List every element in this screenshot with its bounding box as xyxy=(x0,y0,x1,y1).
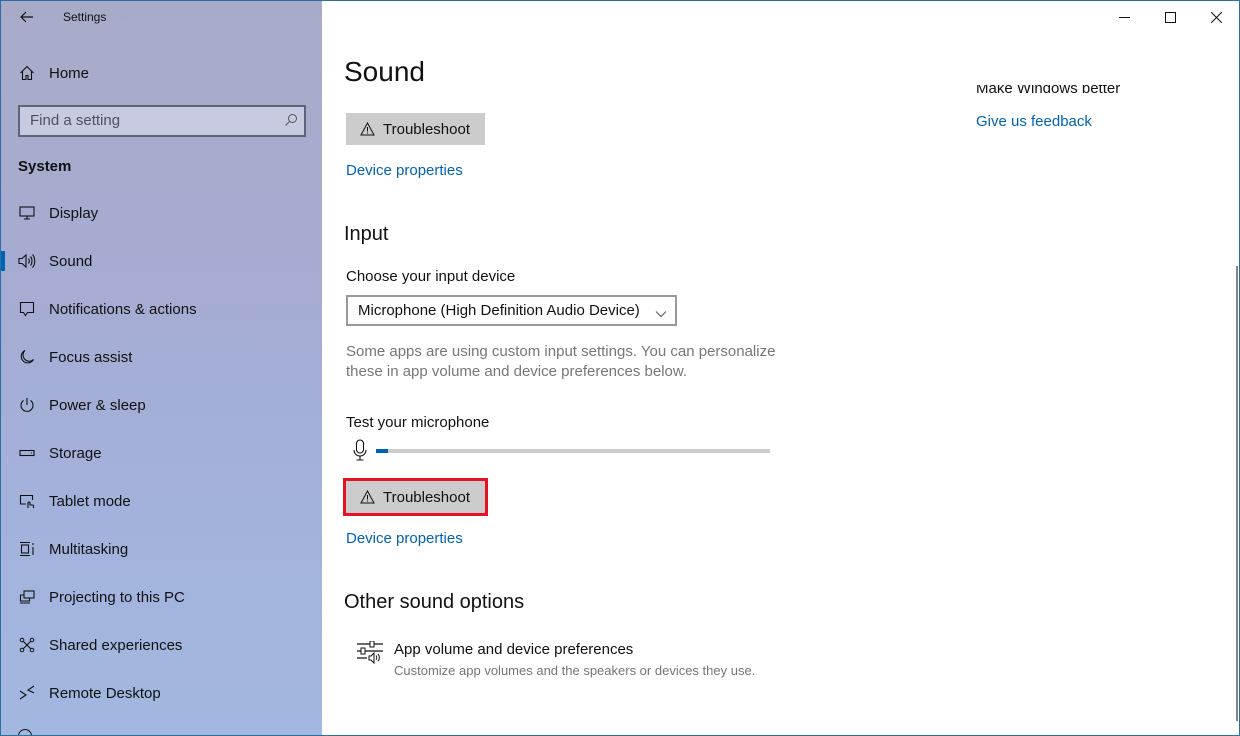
output-troubleshoot-button[interactable]: Troubleshoot xyxy=(346,113,485,145)
warning-icon xyxy=(360,490,375,504)
sidebar-item-label: Home xyxy=(49,64,90,82)
home-icon xyxy=(17,63,37,83)
page-title: Sound xyxy=(344,56,425,87)
display-icon xyxy=(17,203,37,223)
sidebar-item-remote-desktop[interactable]: Remote Desktop xyxy=(1,673,322,713)
make-windows-better-heading: Make Windows better xyxy=(976,85,1121,96)
maximize-button[interactable] xyxy=(1147,1,1193,33)
speaker-icon xyxy=(17,251,37,271)
app-volume-preferences-link[interactable]: App volume and device preferences Custom… xyxy=(356,639,836,683)
sidebar-item-storage[interactable]: Storage xyxy=(1,433,322,473)
minimize-button[interactable] xyxy=(1101,1,1147,33)
troubleshoot-label: Troubleshoot xyxy=(383,120,470,138)
sidebar-item-display[interactable]: Display xyxy=(1,193,322,233)
projecting-icon xyxy=(17,587,37,607)
sidebar-item-tablet-mode[interactable]: Tablet mode xyxy=(1,481,322,521)
other-sound-options-heading: Other sound options xyxy=(344,591,525,613)
sidebar-item-notifications[interactable]: Notifications & actions xyxy=(1,289,322,329)
sidebar-item-projecting[interactable]: Projecting to this PC xyxy=(1,577,322,617)
sidebar-item-label: Tablet mode xyxy=(49,492,131,510)
back-arrow-icon xyxy=(20,11,33,23)
chevron-down-icon xyxy=(655,305,667,323)
sidebar-item-label: Notifications & actions xyxy=(49,300,197,318)
remote-desktop-icon xyxy=(17,683,37,703)
close-button[interactable] xyxy=(1193,1,1239,33)
input-device-dropdown[interactable]: Microphone (High Definition Audio Device… xyxy=(346,295,677,326)
sidebar-item-home[interactable]: Home xyxy=(1,53,322,93)
notification-icon xyxy=(17,299,37,319)
search-input[interactable]: Find a setting xyxy=(18,105,306,137)
input-troubleshoot-button[interactable]: Troubleshoot xyxy=(343,478,488,516)
microphone-level-meter xyxy=(352,439,772,463)
close-icon xyxy=(1210,11,1222,23)
input-device-properties-link[interactable]: Device properties xyxy=(346,530,463,547)
back-button[interactable] xyxy=(15,5,39,29)
sidebar-item-focus-assist[interactable]: Focus assist xyxy=(1,337,322,377)
power-icon xyxy=(17,395,37,415)
section-label-system: System xyxy=(18,158,72,175)
sidebar-item-power-sleep[interactable]: Power & sleep xyxy=(1,385,322,425)
sidebar-item-label: Display xyxy=(49,204,99,222)
sidebar-item-label: Shared experiences xyxy=(49,636,183,654)
search-icon[interactable] xyxy=(284,113,298,132)
input-heading: Input xyxy=(344,223,389,245)
troubleshoot-label: Troubleshoot xyxy=(383,488,470,506)
storage-icon xyxy=(17,443,37,463)
microphone-level-track xyxy=(376,449,770,453)
sidebar-item-partial xyxy=(18,729,32,735)
maximize-icon xyxy=(1164,11,1176,23)
content-pane: Sound Troubleshoot Device properties Inp… xyxy=(322,1,1239,735)
moon-icon xyxy=(17,347,37,367)
selected-input-device: Microphone (High Definition Audio Device… xyxy=(358,302,640,319)
sidebar-item-label: Remote Desktop xyxy=(49,684,161,702)
settings-window: Settings Home Find a setting System Disp… xyxy=(0,0,1240,736)
sidebar-item-label: Projecting to this PC xyxy=(49,588,185,606)
multitasking-icon xyxy=(17,539,37,559)
sidebar-item-shared-experiences[interactable]: Shared experiences xyxy=(1,625,322,665)
microphone-icon xyxy=(352,439,368,466)
tablet-mode-icon xyxy=(17,491,37,511)
minimize-icon xyxy=(1118,16,1130,18)
scrollbar[interactable] xyxy=(1236,266,1238,721)
test-microphone-label: Test your microphone xyxy=(346,414,490,431)
app-volume-icon xyxy=(356,640,384,674)
sidebar-item-sound[interactable]: Sound xyxy=(1,241,322,281)
sidebar-item-label: Power & sleep xyxy=(49,396,146,414)
app-volume-title: App volume and device preferences xyxy=(394,641,634,658)
sidebar: Settings Home Find a setting System Disp… xyxy=(1,1,322,735)
sidebar-item-label: Focus assist xyxy=(49,348,133,366)
custom-input-note: Some apps are using custom input setting… xyxy=(346,343,776,380)
sidebar-item-multitasking[interactable]: Multitasking xyxy=(1,529,322,569)
app-volume-subtitle: Customize app volumes and the speakers o… xyxy=(394,663,756,678)
give-feedback-link[interactable]: Give us feedback xyxy=(976,113,1092,130)
title-bar: Settings xyxy=(1,1,322,35)
output-device-properties-link[interactable]: Device properties xyxy=(346,162,463,179)
app-title: Settings xyxy=(63,10,107,24)
search-placeholder: Find a setting xyxy=(30,112,121,129)
shared-experiences-icon xyxy=(17,635,37,655)
microphone-level-fill xyxy=(376,449,388,453)
sidebar-item-label: Multitasking xyxy=(49,540,129,558)
sidebar-item-label: Sound xyxy=(49,252,93,270)
choose-input-label: Choose your input device xyxy=(346,268,516,285)
sidebar-item-label: Storage xyxy=(49,444,102,462)
warning-icon xyxy=(360,122,375,136)
